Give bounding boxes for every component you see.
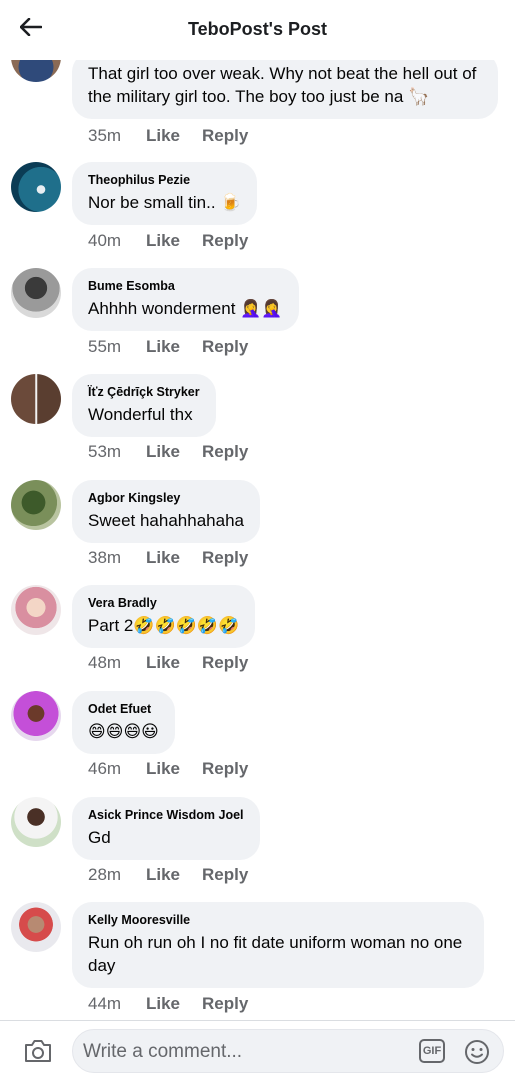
comment-text: That girl too over weak. Why not beat th…: [88, 64, 477, 106]
comment-time: 55m: [88, 337, 122, 356]
comment-bubble[interactable]: Bume Esomba Ahhhh wonderment 🤦‍♀️🤦‍♀️: [72, 268, 299, 331]
comment-author[interactable]: Agbor Kingsley: [88, 490, 244, 506]
comment-bubble[interactable]: Asick Prince Wisdom Joel Gd: [72, 797, 260, 860]
comment-actions: 40m Like Reply: [88, 231, 248, 251]
comment-actions: 48m Like Reply: [88, 653, 248, 673]
like-button[interactable]: Like: [146, 994, 202, 1014]
comment-text: Nor be small tin.. 🍺: [88, 193, 242, 212]
avatar[interactable]: [11, 691, 61, 741]
comment-composer: Write a comment... GIF: [0, 1020, 515, 1080]
like-button[interactable]: Like: [146, 442, 202, 462]
comment-bubble[interactable]: Agbor Kingsley Sweet hahahhahaha: [72, 480, 260, 543]
top-bar: TeboPost's Post: [0, 0, 515, 60]
comment-text: Sweet hahahhahaha: [88, 511, 244, 530]
reply-button[interactable]: Reply: [202, 126, 248, 146]
like-button[interactable]: Like: [146, 548, 202, 568]
like-button[interactable]: Like: [146, 337, 202, 357]
page-title: TeboPost's Post: [188, 19, 327, 39]
comments-list: That girl too over weak. Why not beat th…: [0, 0, 515, 1020]
camera-icon: [22, 1040, 54, 1070]
reply-button[interactable]: Reply: [202, 548, 248, 568]
comment-actions: 53m Like Reply: [88, 442, 248, 462]
comment-time: 48m: [88, 653, 122, 672]
like-button[interactable]: Like: [146, 653, 202, 673]
comment-input-placeholder: Write a comment...: [83, 1041, 243, 1062]
comment-bubble[interactable]: Vera Bradly Part 2🤣🤣🤣🤣🤣: [72, 585, 256, 648]
comment-text: Run oh run oh I no fit date uniform woma…: [88, 933, 463, 975]
avatar[interactable]: [11, 585, 61, 635]
avatar[interactable]: [11, 268, 61, 318]
avatar[interactable]: [11, 374, 61, 424]
comment-author[interactable]: Asick Prince Wisdom Joel: [88, 807, 244, 823]
comment-author[interactable]: Odet Efuet: [88, 701, 159, 717]
comment-text: Part 2🤣🤣🤣🤣🤣: [88, 616, 240, 635]
reply-button[interactable]: Reply: [202, 653, 248, 673]
comment-actions: 38m Like Reply: [88, 548, 248, 568]
avatar[interactable]: [11, 162, 61, 212]
comment-text: 😄😄😄😃: [88, 722, 159, 741]
comment-bubble[interactable]: That girl too over weak. Why not beat th…: [72, 52, 498, 119]
comment-text: Ahhhh wonderment 🤦‍♀️🤦‍♀️: [88, 299, 283, 318]
comment-actions: 55m Like Reply: [88, 337, 248, 357]
comment-input[interactable]: Write a comment... GIF: [72, 1029, 504, 1073]
reply-button[interactable]: Reply: [202, 759, 248, 779]
like-button[interactable]: Like: [146, 231, 202, 251]
like-button[interactable]: Like: [146, 759, 202, 779]
gif-button[interactable]: GIF: [419, 1039, 445, 1063]
reply-button[interactable]: Reply: [202, 231, 248, 251]
comment-author[interactable]: Bume Esomba: [88, 278, 283, 294]
reply-button[interactable]: Reply: [202, 865, 248, 885]
reply-button[interactable]: Reply: [202, 337, 248, 357]
emoji-button[interactable]: [463, 1038, 491, 1066]
like-button[interactable]: Like: [146, 126, 202, 146]
avatar[interactable]: [11, 902, 61, 952]
comment-text: Wonderful thx: [88, 405, 193, 424]
comment-time: 46m: [88, 759, 122, 778]
comment-actions: 44m Like Reply: [88, 994, 248, 1014]
smiley-icon: [463, 1040, 491, 1070]
comment-actions: 35m Like Reply: [88, 126, 248, 146]
comment-actions: 46m Like Reply: [88, 759, 248, 779]
comment-author[interactable]: Vera Bradly: [88, 595, 239, 611]
comment-time: 28m: [88, 865, 122, 884]
comment-time: 35m: [88, 126, 122, 145]
reply-button[interactable]: Reply: [202, 442, 248, 462]
comment-text: Gd: [88, 828, 111, 847]
reply-button[interactable]: Reply: [202, 994, 248, 1014]
comment-bubble[interactable]: Ïťz Çēdrīçk Stryker Wonderful thx: [72, 374, 216, 437]
comment-bubble[interactable]: Theophilus Pezie Nor be small tin.. 🍺: [72, 162, 258, 225]
avatar[interactable]: [11, 797, 61, 847]
like-button[interactable]: Like: [146, 865, 202, 885]
comment-bubble[interactable]: Kelly Mooresville Run oh run oh I no fit…: [72, 902, 484, 988]
comment-time: 38m: [88, 548, 122, 567]
avatar[interactable]: [11, 480, 61, 530]
comment-actions: 28m Like Reply: [88, 865, 248, 885]
comment-author[interactable]: Ïťz Çēdrīçk Stryker: [88, 384, 200, 400]
comment-author[interactable]: Theophilus Pezie: [88, 172, 241, 188]
comment-time: 44m: [88, 994, 122, 1013]
comment-bubble[interactable]: Odet Efuet 😄😄😄😃: [72, 691, 175, 754]
comment-time: 40m: [88, 231, 122, 250]
comment-author[interactable]: Kelly Mooresville: [88, 912, 468, 928]
camera-button[interactable]: [22, 1036, 54, 1066]
comment-time: 53m: [88, 442, 122, 461]
